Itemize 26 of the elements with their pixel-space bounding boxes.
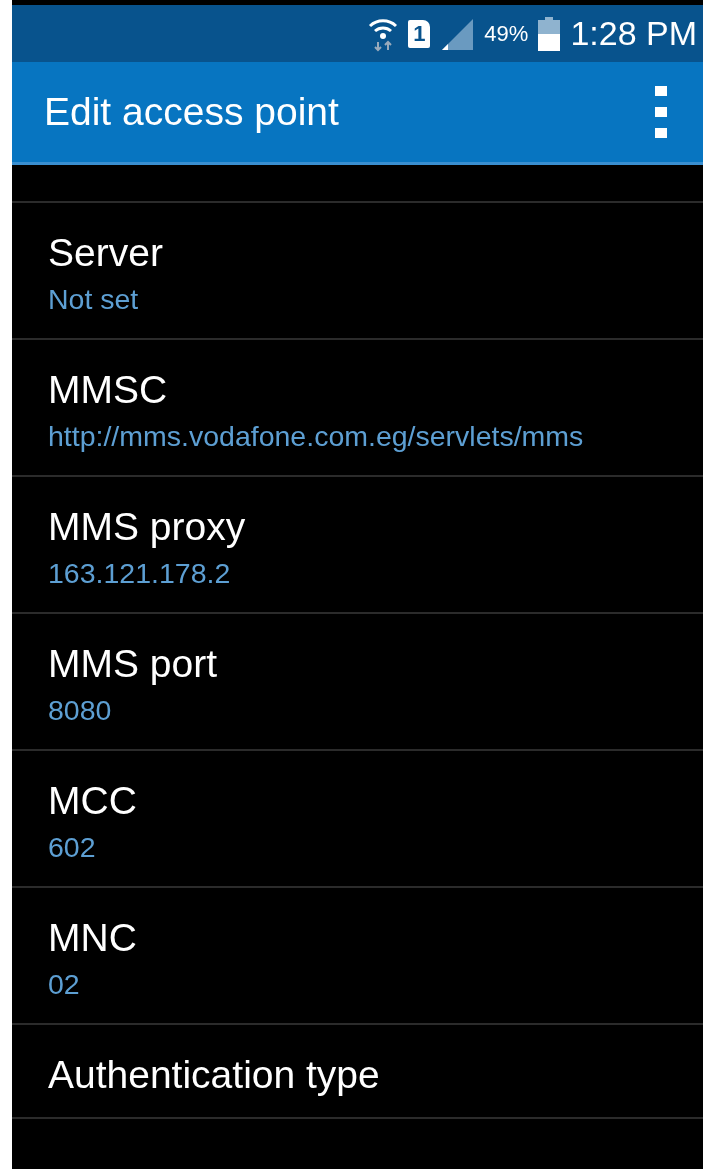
setting-value: Not set (48, 282, 140, 317)
setting-item[interactable]: MMSC http://mms.vodafone.com.eg/servlets/mms (12, 340, 703, 478)
setting-item[interactable]: MNC 02 (12, 888, 703, 1026)
setting-title: Server (48, 231, 164, 275)
setting-value: 02 (48, 967, 81, 1003)
screen-title: Edit access point (44, 90, 339, 134)
setting-title: MMS proxy (48, 505, 247, 550)
setting-value: 163.121.178.2 (48, 556, 232, 592)
sim-indicator: 1 (408, 19, 431, 48)
setting-item[interactable]: MMS port 8080 (12, 614, 703, 752)
setting-title: MCC (48, 779, 138, 824)
setting-item[interactable]: MCC 602 (12, 751, 703, 889)
overflow-menu-icon[interactable] (655, 86, 667, 138)
setting-title: MMSC (48, 368, 169, 413)
setting-value: 8080 (48, 693, 113, 729)
battery-icon (538, 16, 561, 51)
battery-percent: 49% (484, 20, 529, 47)
setting-item[interactable]: Authentication type (12, 1025, 703, 1120)
setting-title: Authentication type (48, 1053, 381, 1098)
setting-title: MNC (48, 916, 138, 961)
setting-title: MMS port (48, 642, 219, 687)
setting-item[interactable]: Server Not set (12, 203, 703, 341)
setting-value: http://mms.vodafone.com.eg/servlets/mms (48, 419, 585, 455)
setting-item[interactable]: MMS proxy 163.121.178.2 (12, 477, 703, 615)
clock: 1:28 PM (570, 14, 697, 53)
setting-value: 602 (48, 830, 97, 866)
